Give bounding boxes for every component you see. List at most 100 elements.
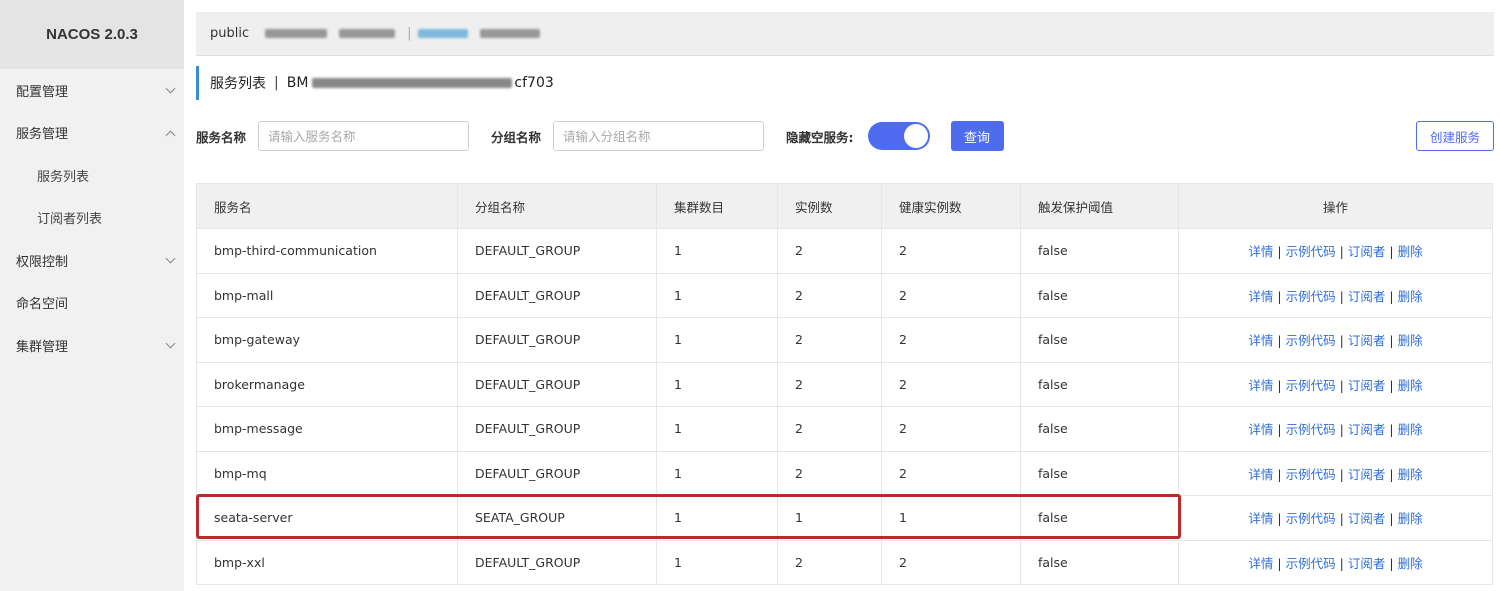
subscribers-link[interactable]: 订阅者 <box>1348 244 1386 259</box>
subscribers-link[interactable]: 订阅者 <box>1348 467 1386 482</box>
table-cell-clusters: 1 <box>656 406 778 452</box>
table-cell-instances: 2 <box>777 450 882 496</box>
table-cell-protect: false <box>1020 539 1179 585</box>
column-header-healthy-count[interactable]: 健康实例数 <box>881 183 1021 229</box>
namespace-tab-redacted[interactable] <box>265 29 328 38</box>
subscribers-link[interactable]: 订阅者 <box>1348 333 1386 348</box>
sample-code-link[interactable]: 示例代码 <box>1286 556 1336 571</box>
subscribers-link[interactable]: 订阅者 <box>1348 289 1386 304</box>
column-header-service-name[interactable]: 服务名 <box>196 183 458 229</box>
operation-separator: | <box>1339 377 1344 393</box>
table-cell-group: DEFAULT_GROUP <box>457 228 657 274</box>
operation-separator: | <box>1277 555 1282 571</box>
table-row: brokermanage DEFAULT_GROUP 1 2 2 false 详情 | 示例代码… <box>196 361 1493 407</box>
table-header-row: 服务名 分组名称 集群数目 实例数 健康实例数 触发保护阈值 操作 <box>196 183 1493 229</box>
namespace-tab-redacted[interactable] <box>479 29 540 38</box>
delete-link[interactable]: 删除 <box>1398 333 1423 348</box>
brand-logo[interactable]: NACOS 2.0.3 <box>0 0 184 69</box>
details-link[interactable]: 详情 <box>1248 333 1273 348</box>
table-row: bmp-gateway DEFAULT_GROUP 1 2 2 false 详情 | 示例代码 |… <box>196 317 1493 363</box>
table-cell-clusters: 1 <box>656 361 778 407</box>
operation-separator: | <box>1389 466 1394 482</box>
operation-separator: | <box>1389 377 1394 393</box>
group-name-input[interactable] <box>553 121 765 151</box>
table-cell-healthy: 2 <box>881 272 1021 318</box>
table-row: bmp-third-communication DEFAULT_GROUP 1 2 2 f… <box>196 228 1493 274</box>
sample-code-link[interactable]: 示例代码 <box>1286 289 1336 304</box>
column-header-instance-count[interactable]: 实例数 <box>777 183 882 229</box>
column-header-group-name[interactable]: 分组名称 <box>457 183 657 229</box>
sidebar-item[interactable]: 服务管理 <box>0 112 184 155</box>
operation-separator: | <box>1277 466 1282 482</box>
details-link[interactable]: 详情 <box>1248 244 1273 259</box>
details-link[interactable]: 详情 <box>1248 556 1273 571</box>
subscribers-link[interactable]: 订阅者 <box>1348 378 1386 393</box>
sidebar-item[interactable]: 服务列表 <box>0 154 184 197</box>
namespace-id-suffix: cf703 <box>514 75 554 91</box>
sidebar-item[interactable]: 权限控制 <box>0 239 184 282</box>
table-cell-clusters: 1 <box>656 317 778 363</box>
sidebar-item-label: 命名空间 <box>16 297 69 313</box>
namespace-tab-redacted[interactable] <box>417 29 468 38</box>
sample-code-link[interactable]: 示例代码 <box>1286 467 1336 482</box>
service-name-input[interactable] <box>258 121 470 151</box>
hide-empty-label: 隐藏空服务: <box>786 129 854 145</box>
table-cell-protect: false <box>1020 450 1179 496</box>
delete-link[interactable]: 删除 <box>1398 289 1423 304</box>
details-link[interactable]: 详情 <box>1248 378 1273 393</box>
delete-link[interactable]: 删除 <box>1398 511 1423 526</box>
sample-code-link[interactable]: 示例代码 <box>1286 511 1336 526</box>
table-cell-name: seata-server <box>196 495 458 541</box>
operation-separator: | <box>1339 555 1344 571</box>
sample-code-link[interactable]: 示例代码 <box>1286 333 1336 348</box>
operation-separator: | <box>1389 288 1394 304</box>
table-cell-healthy: 2 <box>881 539 1021 585</box>
operation-separator: | <box>1277 333 1282 349</box>
sidebar-item[interactable]: 命名空间 <box>0 282 184 325</box>
table-cell-group: DEFAULT_GROUP <box>457 539 657 585</box>
namespace-separator: | <box>407 26 412 41</box>
delete-link[interactable]: 删除 <box>1398 244 1423 259</box>
sample-code-link[interactable]: 示例代码 <box>1286 244 1336 259</box>
details-link[interactable]: 详情 <box>1248 467 1273 482</box>
operation-separator: | <box>1339 422 1344 438</box>
hide-empty-toggle[interactable] <box>867 122 930 150</box>
operation-separator: | <box>1389 422 1394 438</box>
table-cell-protect: false <box>1020 406 1179 452</box>
chevron-down-icon <box>165 253 176 264</box>
table-cell-name: bmp-xxl <box>196 539 458 585</box>
namespace-public-tab[interactable]: public <box>210 26 249 41</box>
subscribers-link[interactable]: 订阅者 <box>1348 511 1386 526</box>
operation-separator: | <box>1339 466 1344 482</box>
table-cell-operations: 详情 | 示例代码 | 订阅者 | 删除 <box>1178 361 1493 407</box>
page-title-separator: | <box>274 75 279 91</box>
table-cell-operations: 详情 | 示例代码 | 订阅者 | 删除 <box>1178 228 1493 274</box>
delete-link[interactable]: 删除 <box>1398 556 1423 571</box>
sidebar-item[interactable]: 订阅者列表 <box>0 197 184 240</box>
query-button[interactable]: 查询 <box>950 121 1004 151</box>
create-service-button[interactable]: 创建服务 <box>1416 121 1494 151</box>
table-cell-operations: 详情 | 示例代码 | 订阅者 | 删除 <box>1178 406 1493 452</box>
table-cell-name: bmp-message <box>196 406 458 452</box>
delete-link[interactable]: 删除 <box>1398 467 1423 482</box>
namespace-bar: public | <box>196 12 1494 56</box>
sidebar-item[interactable]: 配置管理 <box>0 69 184 112</box>
table-cell-operations: 详情 | 示例代码 | 订阅者 | 删除 <box>1178 539 1493 585</box>
sample-code-link[interactable]: 示例代码 <box>1286 422 1336 437</box>
subscribers-link[interactable]: 订阅者 <box>1348 422 1386 437</box>
subscribers-link[interactable]: 订阅者 <box>1348 556 1386 571</box>
delete-link[interactable]: 删除 <box>1398 422 1423 437</box>
namespace-tab-redacted[interactable] <box>339 29 396 38</box>
table-cell-operations: 详情 | 示例代码 | 订阅者 | 删除 <box>1178 272 1493 318</box>
delete-link[interactable]: 删除 <box>1398 378 1423 393</box>
column-header-protect-threshold[interactable]: 触发保护阈值 <box>1020 183 1179 229</box>
details-link[interactable]: 详情 <box>1248 422 1273 437</box>
operation-separator: | <box>1277 377 1282 393</box>
details-link[interactable]: 详情 <box>1248 511 1273 526</box>
sidebar-item[interactable]: 集群管理 <box>0 324 184 367</box>
details-link[interactable]: 详情 <box>1248 289 1273 304</box>
table-cell-protect: false <box>1020 272 1179 318</box>
column-header-cluster-count[interactable]: 集群数目 <box>656 183 778 229</box>
sidebar-item-label: 配置管理 <box>16 84 69 100</box>
sample-code-link[interactable]: 示例代码 <box>1286 378 1336 393</box>
